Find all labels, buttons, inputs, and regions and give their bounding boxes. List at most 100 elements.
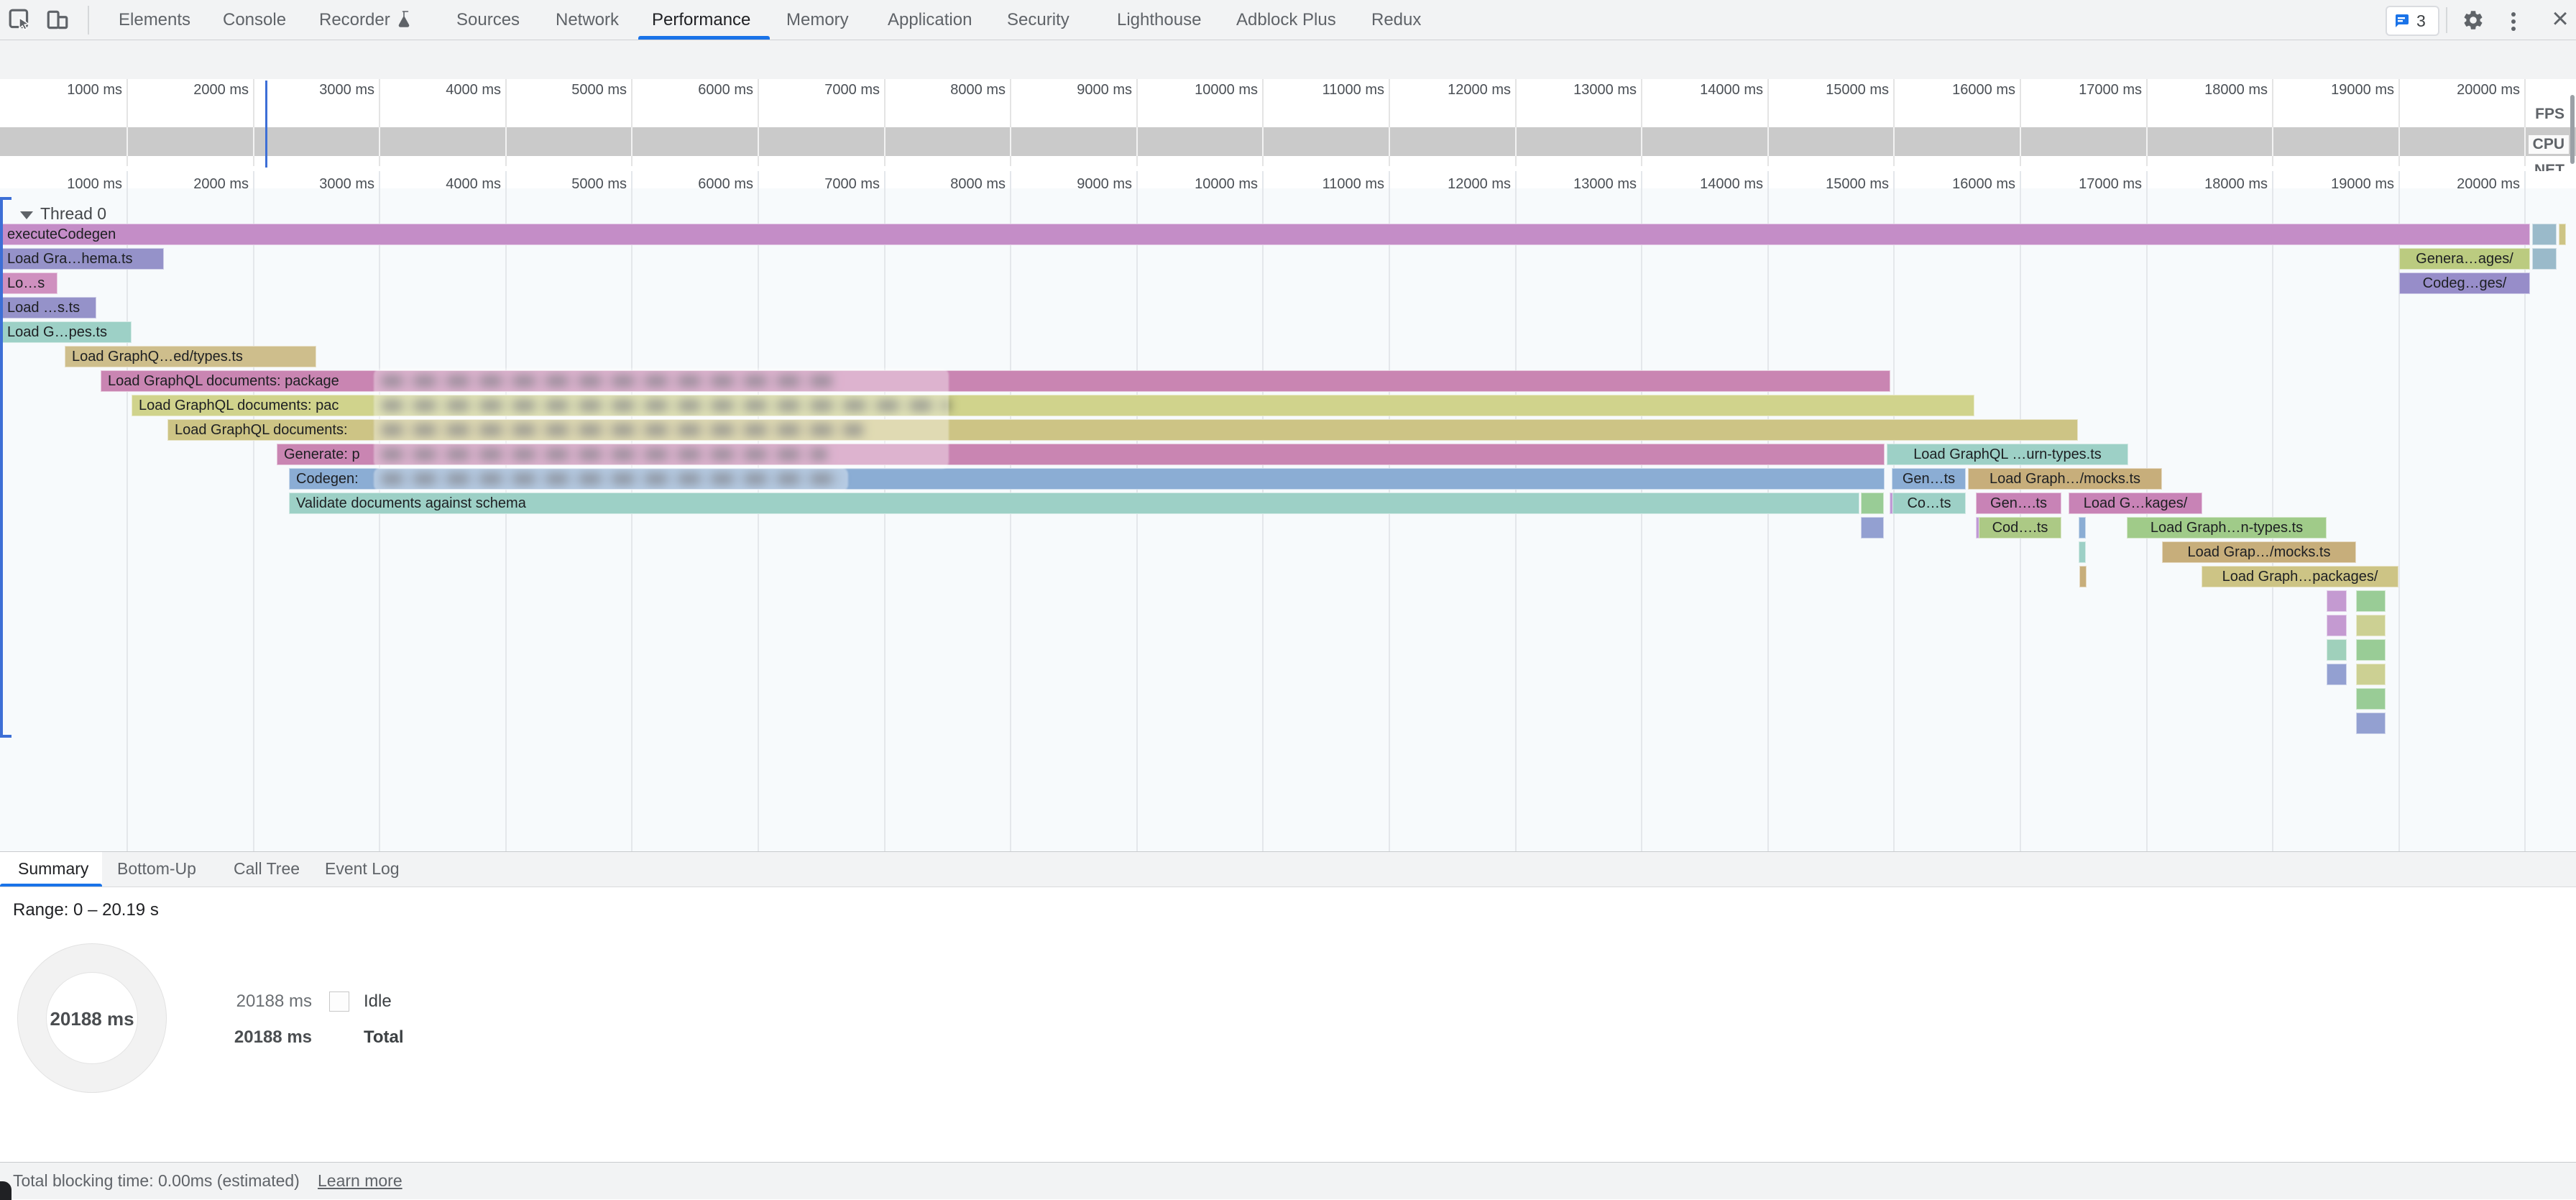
device-toolbar-icon[interactable] (43, 7, 72, 33)
flame-chart[interactable]: 1000 ms2000 ms3000 ms4000 ms5000 ms6000 … (0, 171, 2576, 851)
flame-bar-load-gra-hema-ts[interactable]: Load Gra…hema.ts (0, 248, 164, 270)
overview-cpu-gridline (1010, 127, 1011, 156)
flame-bar-label: Validate documents against schema (296, 495, 526, 511)
tab-application[interactable]: Application (888, 0, 972, 40)
learn-more-link[interactable]: Learn more (318, 1171, 402, 1191)
flame-bar-load-s-ts[interactable]: Load …s.ts (0, 297, 96, 319)
flame-gridline (126, 171, 128, 851)
flame-bar-load-graph-packages[interactable]: Load Graph…packages/ (2202, 566, 2398, 587)
flame-bar-segment[interactable] (2079, 517, 2086, 539)
overview-cpu-gridline (758, 127, 759, 156)
flame-bar-label: Load GraphQL documents: package (108, 373, 339, 389)
tab-memory[interactable]: Memory (786, 0, 849, 40)
flame-bar-segment[interactable] (2327, 664, 2347, 685)
flame-bar-lo-s[interactable]: Lo…s (0, 272, 58, 294)
flame-bar-segment[interactable] (2327, 639, 2347, 661)
overview-cpu-gridline (1136, 127, 1138, 156)
tab-elements[interactable]: Elements (119, 0, 190, 40)
flame-bar-load-g-kages[interactable]: Load G…kages/ (2069, 493, 2202, 514)
tab-performance[interactable]: Performance (652, 0, 750, 40)
flame-bar-segment[interactable] (2532, 224, 2557, 245)
summary-tab-summary[interactable]: Summary (18, 851, 88, 886)
tab-console[interactable]: Console (223, 0, 286, 40)
legend-swatch-idle[interactable] (329, 991, 349, 1012)
flame-bar-label: executeCodegen (7, 226, 116, 242)
flame-bar-segment[interactable] (2356, 664, 2386, 685)
tab-adblock-plus[interactable]: Adblock Plus (1236, 0, 1336, 40)
flame-bar-label: Load Graph…packages/ (2222, 569, 2378, 585)
flame-bar-load-graphql-urn-types-ts[interactable]: Load GraphQL …urn-types.ts (1887, 444, 2128, 465)
flame-bar-genera-ages[interactable]: Genera…ages/ (2399, 248, 2530, 270)
selection-bracket-top-tick (0, 197, 12, 200)
flame-gridline (2272, 171, 2273, 851)
flame-bar-segment[interactable] (2356, 713, 2386, 734)
tab-redux[interactable]: Redux (1371, 0, 1421, 40)
flame-bar-validate-documents-against-schema[interactable]: Validate documents against schema (289, 493, 1859, 514)
flame-bar-segment[interactable] (2079, 566, 2087, 587)
overview-cpu-gridline (1893, 127, 1895, 156)
settings-gear-icon[interactable] (2461, 8, 2485, 32)
flame-bar-label: Load …s.ts (7, 300, 80, 316)
flame-bar-executecodegen[interactable]: executeCodegen (0, 224, 2530, 245)
flame-bar-load-graphql-documents-package[interactable]: Load GraphQL documents: package (101, 370, 1890, 392)
selection-bracket-bottom-tick (0, 735, 12, 738)
overview-cpu-gridline (126, 127, 128, 156)
selection-bracket-line[interactable] (0, 197, 3, 738)
summary-tab-event-log[interactable]: Event Log (325, 851, 400, 886)
tab-lighthouse[interactable]: Lighthouse (1117, 0, 1201, 40)
flame-bar-segment[interactable] (2559, 224, 2566, 245)
issues-counter-button[interactable]: 3 (2386, 6, 2439, 36)
drawer-corner-shape (0, 1181, 12, 1200)
flame-bar-segment[interactable] (2532, 248, 2557, 270)
tab-security[interactable]: Security (1007, 0, 1070, 40)
flame-bar-codeg-ges[interactable]: Codeg…ges/ (2399, 272, 2530, 294)
issues-chat-icon (2392, 12, 2411, 29)
overview-cursor-line[interactable] (265, 81, 267, 168)
close-devtools-icon[interactable]: × (2544, 0, 2576, 40)
recorder-flask-icon (397, 10, 413, 29)
overview-scrollbar-thumb[interactable] (2570, 95, 2575, 164)
flame-bar-segment[interactable] (2327, 615, 2347, 636)
overview-cpu-gridline (505, 127, 507, 156)
devtools-tabbar: Elements Console Recorder Sources Network Per… (0, 0, 2576, 40)
flame-bar-segment[interactable] (2079, 541, 2086, 563)
flame-bar-label: Load GraphQL documents: (175, 422, 348, 438)
legend-label-total: Total (364, 1027, 404, 1048)
flame-bar-segment[interactable] (2356, 590, 2386, 612)
flame-bar-segment[interactable] (2356, 639, 2386, 661)
overview-cpu-gridline (379, 127, 380, 156)
inspect-element-icon[interactable] (7, 7, 33, 33)
flame-bar-segment[interactable] (2356, 688, 2386, 710)
flame-bar-load-graph-n-types-ts[interactable]: Load Graph…n-types.ts (2127, 517, 2327, 539)
flame-bar-label: Codeg…ges/ (2423, 275, 2507, 291)
flame-gridline (253, 171, 254, 851)
timeline-overview[interactable]: 1000 ms2000 ms3000 ms4000 ms5000 ms6000 … (0, 79, 2576, 173)
flame-bar-label: Load GraphQL …urn-types.ts (1913, 446, 2102, 462)
tab-sources[interactable]: Sources (456, 0, 520, 40)
flame-bar-load-grap-mocks-ts[interactable]: Load Grap…/mocks.ts (2162, 541, 2356, 563)
flame-bar-segment[interactable] (1861, 517, 1884, 539)
tab-network[interactable]: Network (556, 0, 619, 40)
flame-bar-segment[interactable] (2356, 615, 2386, 636)
overview-cpu-gridline (1515, 127, 1517, 156)
flame-bar-cod-ts[interactable]: Cod….ts (1979, 517, 2061, 539)
flame-bar-co-ts[interactable]: Co…ts (1892, 493, 1966, 514)
overview-cpu-gridline (2146, 127, 2148, 156)
flame-bar-load-graphq-ed-types-ts[interactable]: Load GraphQ…ed/types.ts (65, 346, 316, 367)
flame-bar-label: Load Gra…hema.ts (7, 251, 133, 267)
summary-tab-bottom-up[interactable]: Bottom-Up (117, 851, 196, 886)
overview-cpu-gridline (1262, 127, 1264, 156)
flame-bar-gen-ts[interactable]: Gen…ts (1892, 468, 1966, 490)
tab-recorder[interactable]: Recorder (319, 0, 413, 40)
flame-bar-segment[interactable] (1861, 493, 1884, 514)
legend-value-idle: 20188 ms (168, 991, 312, 1012)
thread-header[interactable]: Thread 0 (20, 201, 106, 226)
summary-tab-call-tree[interactable]: Call Tree (234, 851, 300, 886)
flame-bar-load-graph-mocks-ts[interactable]: Load Graph…/mocks.ts (1968, 468, 2162, 490)
tabbar-divider (88, 6, 89, 35)
flame-bar-load-g-pes-ts[interactable]: Load G…pes.ts (0, 321, 132, 343)
overview-cpu-gridline (253, 127, 254, 156)
flame-bar-gen-ts[interactable]: Gen….ts (1976, 493, 2061, 514)
more-options-kebab-icon[interactable] (2507, 9, 2520, 31)
flame-bar-segment[interactable] (2327, 590, 2347, 612)
